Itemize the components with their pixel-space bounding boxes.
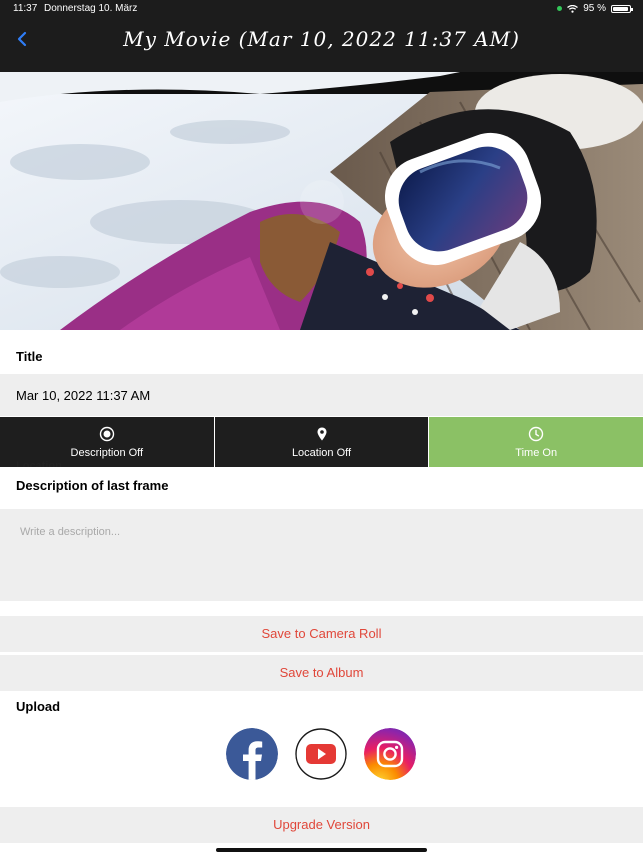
- location-toggle[interactable]: Location Off: [214, 417, 430, 467]
- location-label-peek: Location: [16, 460, 62, 467]
- status-date: Donnerstag 10. März: [44, 3, 138, 14]
- home-indicator: [216, 848, 427, 852]
- youtube-icon[interactable]: [295, 728, 347, 780]
- video-frame-image: [0, 72, 643, 330]
- page-title: My Movie (Mar 10, 2022 11:37 AM): [123, 27, 520, 51]
- clock-icon: [528, 426, 544, 442]
- location-toggle-label: Location Off: [291, 447, 352, 459]
- save-album-button[interactable]: Save to Album: [0, 655, 643, 691]
- play-overlay-icon[interactable]: [300, 180, 344, 224]
- status-time: 11:37: [13, 3, 38, 14]
- title-field[interactable]: Mar 10, 2022 11:37 AM: [0, 374, 643, 416]
- description-placeholder: Write a description...: [20, 526, 121, 538]
- title-label: Title: [16, 349, 43, 364]
- nav-bar: My Movie (Mar 10, 2022 11:37 AM): [0, 18, 643, 72]
- facebook-icon[interactable]: [226, 728, 278, 780]
- video-preview[interactable]: [0, 72, 643, 330]
- location-pin-icon: [317, 427, 326, 441]
- description-textarea[interactable]: Write a description...: [0, 509, 643, 601]
- save-camera-roll-button[interactable]: Save to Camera Roll: [0, 616, 643, 652]
- description-label: Description of last frame: [16, 478, 169, 493]
- upload-label: Upload: [16, 699, 61, 714]
- status-indicators: 95 %: [557, 3, 633, 14]
- description-toggle-label: Description Off: [70, 447, 144, 459]
- camera-indicator-icon: [557, 6, 563, 11]
- battery-percent: 95 %: [583, 3, 606, 14]
- instagram-icon[interactable]: [364, 728, 416, 780]
- upgrade-button[interactable]: Upgrade Version: [0, 807, 643, 843]
- time-toggle-label: Time On: [515, 447, 558, 459]
- status-bar: 11:37 Donnerstag 10. März 95 %: [0, 0, 643, 18]
- title-field-value[interactable]: Mar 10, 2022 11:37 AM: [16, 388, 150, 403]
- battery-icon: [611, 4, 633, 13]
- time-toggle[interactable]: Time On: [429, 417, 643, 467]
- record-icon: [99, 426, 115, 442]
- wifi-icon: [567, 4, 579, 13]
- overlay-toggle-bar: Description Off Location Off Time On: [0, 417, 643, 467]
